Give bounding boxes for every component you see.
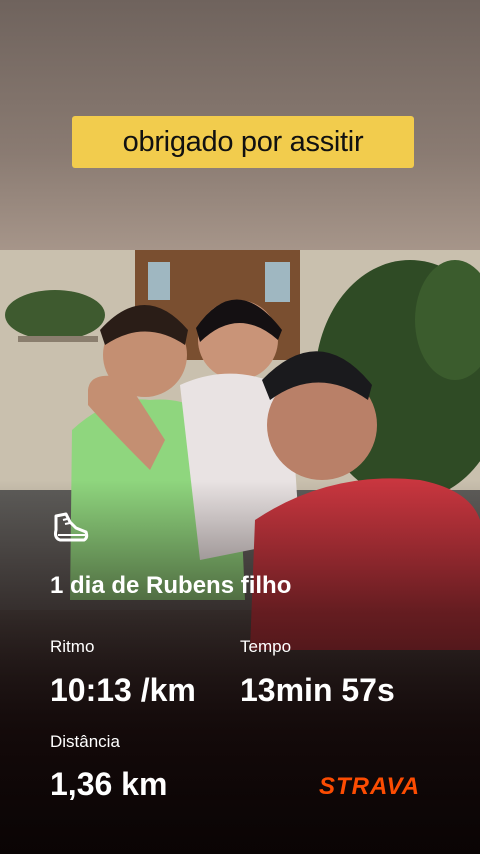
distance-value: 1,36 km [50, 766, 168, 802]
pace-label: Ritmo [50, 637, 95, 656]
story-screen: obrigado por assitir 1 dia de Rubens fil… [0, 0, 480, 854]
pace-value: 10:13 /km [50, 672, 196, 708]
running-shoe-icon [54, 512, 89, 542]
caption-banner: obrigado por assitir [72, 116, 414, 168]
time-value: 13min 57s [240, 672, 395, 708]
distance-label: Distância [50, 732, 120, 751]
caption-text: obrigado por assitir [122, 125, 364, 158]
activity-title: 1 dia de Rubens filho [50, 572, 292, 599]
strava-logo: STRAVA [319, 773, 421, 800]
time-label: Tempo [240, 637, 292, 656]
